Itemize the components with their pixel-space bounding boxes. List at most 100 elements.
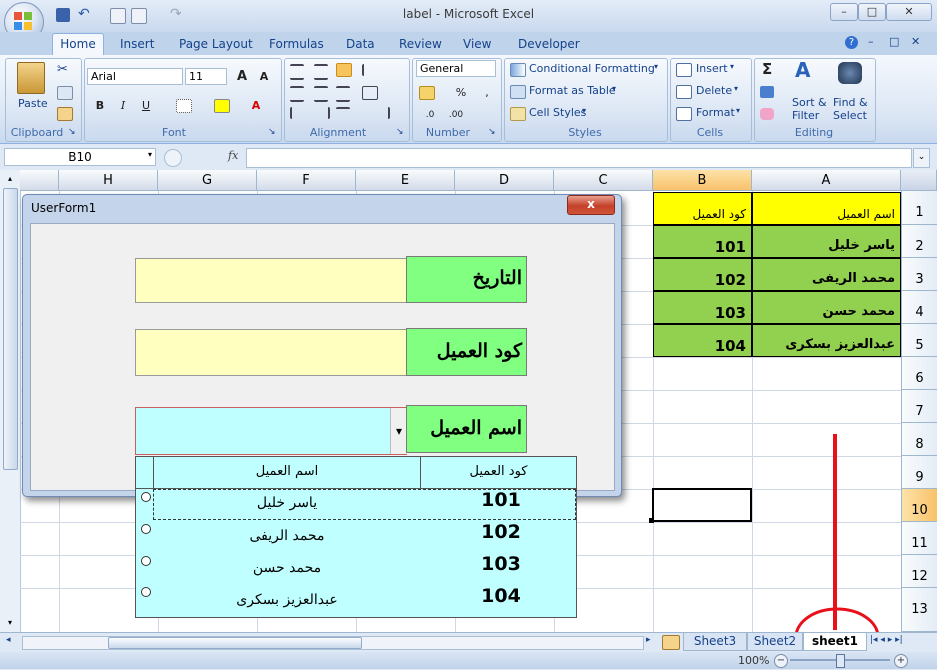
horizontal-scroll-thumb[interactable] — [108, 637, 362, 649]
active-cell-b10[interactable] — [652, 488, 752, 522]
cell-b1[interactable]: كود العميل — [653, 192, 752, 225]
ribbon-close-icon[interactable]: ✕ — [911, 35, 920, 48]
tab-developer[interactable]: Developer — [518, 35, 580, 53]
listbox-row-code[interactable]: 104 — [421, 585, 581, 607]
ribbon-restore-icon[interactable]: □ — [889, 35, 899, 48]
align-right-icon[interactable] — [336, 86, 350, 102]
format-table-dropdown-icon[interactable]: ▾ — [612, 84, 616, 93]
formula-divider-handle[interactable] — [164, 149, 182, 167]
zoom-out-icon[interactable]: − — [774, 654, 788, 668]
grow-font-button[interactable]: A — [231, 67, 253, 87]
row-header-9[interactable]: 9 — [901, 456, 937, 489]
listbox-row-name[interactable]: محمد حسن — [154, 560, 420, 576]
copy-icon[interactable] — [57, 86, 73, 100]
tab-formulas[interactable]: Formulas — [269, 35, 324, 53]
row-header-2[interactable]: 2 — [901, 225, 937, 258]
row-header-12[interactable]: 12 — [901, 555, 937, 588]
fill-color-icon[interactable] — [214, 99, 230, 113]
column-header-b[interactable]: B — [653, 170, 752, 191]
align-left-icon[interactable] — [290, 86, 304, 102]
column-header-a[interactable]: A — [752, 170, 901, 191]
column-header-c[interactable]: C — [554, 170, 653, 191]
tab-insert[interactable]: Insert — [120, 35, 154, 53]
orientation-icon[interactable] — [362, 64, 378, 76]
listbox-row-name[interactable]: عبدالعزيز بسكرى — [154, 592, 420, 608]
cell-a3[interactable]: محمد الريفى — [752, 258, 901, 291]
cell-a5[interactable]: عبدالعزيز بسكرى — [752, 324, 901, 357]
combobox-dropdown-icon[interactable]: ▾ — [390, 408, 407, 454]
tab-view[interactable]: View — [463, 35, 491, 53]
insert-dropdown-icon[interactable]: ▾ — [730, 62, 734, 71]
align-bottom-icon[interactable] — [336, 63, 352, 77]
decrease-decimal-button[interactable]: .00 — [445, 106, 467, 126]
vertical-scroll-thumb[interactable] — [3, 188, 18, 470]
format-as-table-button[interactable]: Format as Table — [529, 84, 616, 97]
listbox-row-code[interactable]: 103 — [421, 553, 581, 575]
wrap-text-icon[interactable] — [336, 107, 350, 121]
scroll-down-icon[interactable]: ▾ — [4, 618, 16, 628]
row-header-6[interactable]: 6 — [901, 357, 937, 390]
zoom-thumb[interactable] — [836, 654, 845, 668]
close-window-button[interactable]: ✕ — [886, 3, 932, 21]
hscroll-left-icon[interactable]: ◂ — [6, 635, 18, 648]
zoom-in-icon[interactable]: + — [894, 654, 908, 668]
column-header-d[interactable]: D — [455, 170, 554, 191]
cell-b5[interactable]: 104 — [653, 324, 752, 357]
maximize-button[interactable]: □ — [858, 3, 886, 21]
format-painter-icon[interactable] — [57, 107, 73, 121]
sheet-tab-sheet2[interactable]: Sheet2 — [747, 633, 803, 651]
select-all-corner[interactable] — [901, 170, 937, 191]
row-header-1[interactable]: 1 — [901, 191, 937, 225]
align-middle-icon[interactable] — [314, 64, 328, 80]
font-color-button[interactable]: A — [245, 96, 267, 116]
name-combobox[interactable] — [135, 407, 407, 455]
increase-decimal-button[interactable]: .0 — [419, 106, 441, 126]
font-launcher-icon[interactable]: ↘ — [268, 127, 276, 137]
borders-icon[interactable] — [176, 99, 192, 113]
scroll-up-icon[interactable]: ▴ — [4, 174, 16, 184]
listbox-row-code[interactable]: 101 — [421, 489, 581, 511]
number-format-select[interactable]: General — [416, 60, 496, 77]
row-radio-icon[interactable] — [141, 556, 151, 566]
ribbon-min-icon[interactable]: – — [868, 35, 874, 48]
insert-function-button[interactable]: fx — [228, 149, 238, 162]
column-header-g[interactable]: G — [158, 170, 257, 191]
listbox-row-code[interactable]: 102 — [421, 521, 581, 543]
conditional-formatting-button[interactable]: Conditional Formatting — [529, 62, 655, 75]
font-size-select[interactable]: 11 — [185, 68, 227, 85]
tab-page-layout[interactable]: Page Layout — [179, 35, 253, 53]
insert-sheet-icon[interactable] — [662, 635, 680, 650]
cell-b3[interactable]: 102 — [653, 258, 752, 291]
minimize-button[interactable]: – — [830, 3, 858, 21]
tab-home[interactable]: Home — [52, 33, 104, 57]
format-dropdown-icon[interactable]: ▾ — [736, 106, 740, 115]
sort-label-1[interactable]: Sort & — [792, 96, 827, 109]
row-header-11[interactable]: 11 — [901, 522, 937, 555]
row-header-5[interactable]: 5 — [901, 324, 937, 357]
delete-cells-button[interactable]: Delete — [696, 84, 732, 97]
underline-button[interactable]: U — [135, 96, 157, 116]
align-top-icon[interactable] — [290, 64, 304, 80]
clear-icon[interactable] — [760, 108, 774, 120]
cell-a1[interactable]: اسم العميل — [752, 192, 901, 225]
cell-styles-button[interactable]: Cell Styles — [529, 106, 586, 119]
currency-icon[interactable] — [419, 86, 435, 100]
cell-a2[interactable]: ياسر خليل — [752, 225, 901, 258]
delete-dropdown-icon[interactable]: ▾ — [734, 84, 738, 93]
cell-b2[interactable]: 101 — [653, 225, 752, 258]
row-header-8[interactable]: 8 — [901, 423, 937, 456]
tab-data[interactable]: Data — [346, 35, 375, 53]
shrink-font-button[interactable]: A — [253, 67, 275, 87]
row-radio-icon[interactable] — [141, 524, 151, 534]
autosum-icon[interactable]: Σ — [762, 60, 772, 78]
conditional-dropdown-icon[interactable]: ▾ — [654, 62, 658, 71]
column-header-e[interactable]: E — [356, 170, 455, 191]
sheet-tab-sheet3[interactable]: Sheet3 — [683, 633, 747, 651]
row-header-4[interactable]: 4 — [901, 291, 937, 324]
paste-button[interactable]: Paste — [18, 97, 48, 110]
fill-icon[interactable] — [760, 86, 774, 98]
sort-label-2[interactable]: Filter — [792, 109, 819, 122]
row-header-13[interactable]: 13 — [901, 588, 937, 632]
name-box-dropdown-icon[interactable]: ▾ — [148, 150, 152, 159]
cell-styles-dropdown-icon[interactable]: ▾ — [582, 106, 586, 115]
